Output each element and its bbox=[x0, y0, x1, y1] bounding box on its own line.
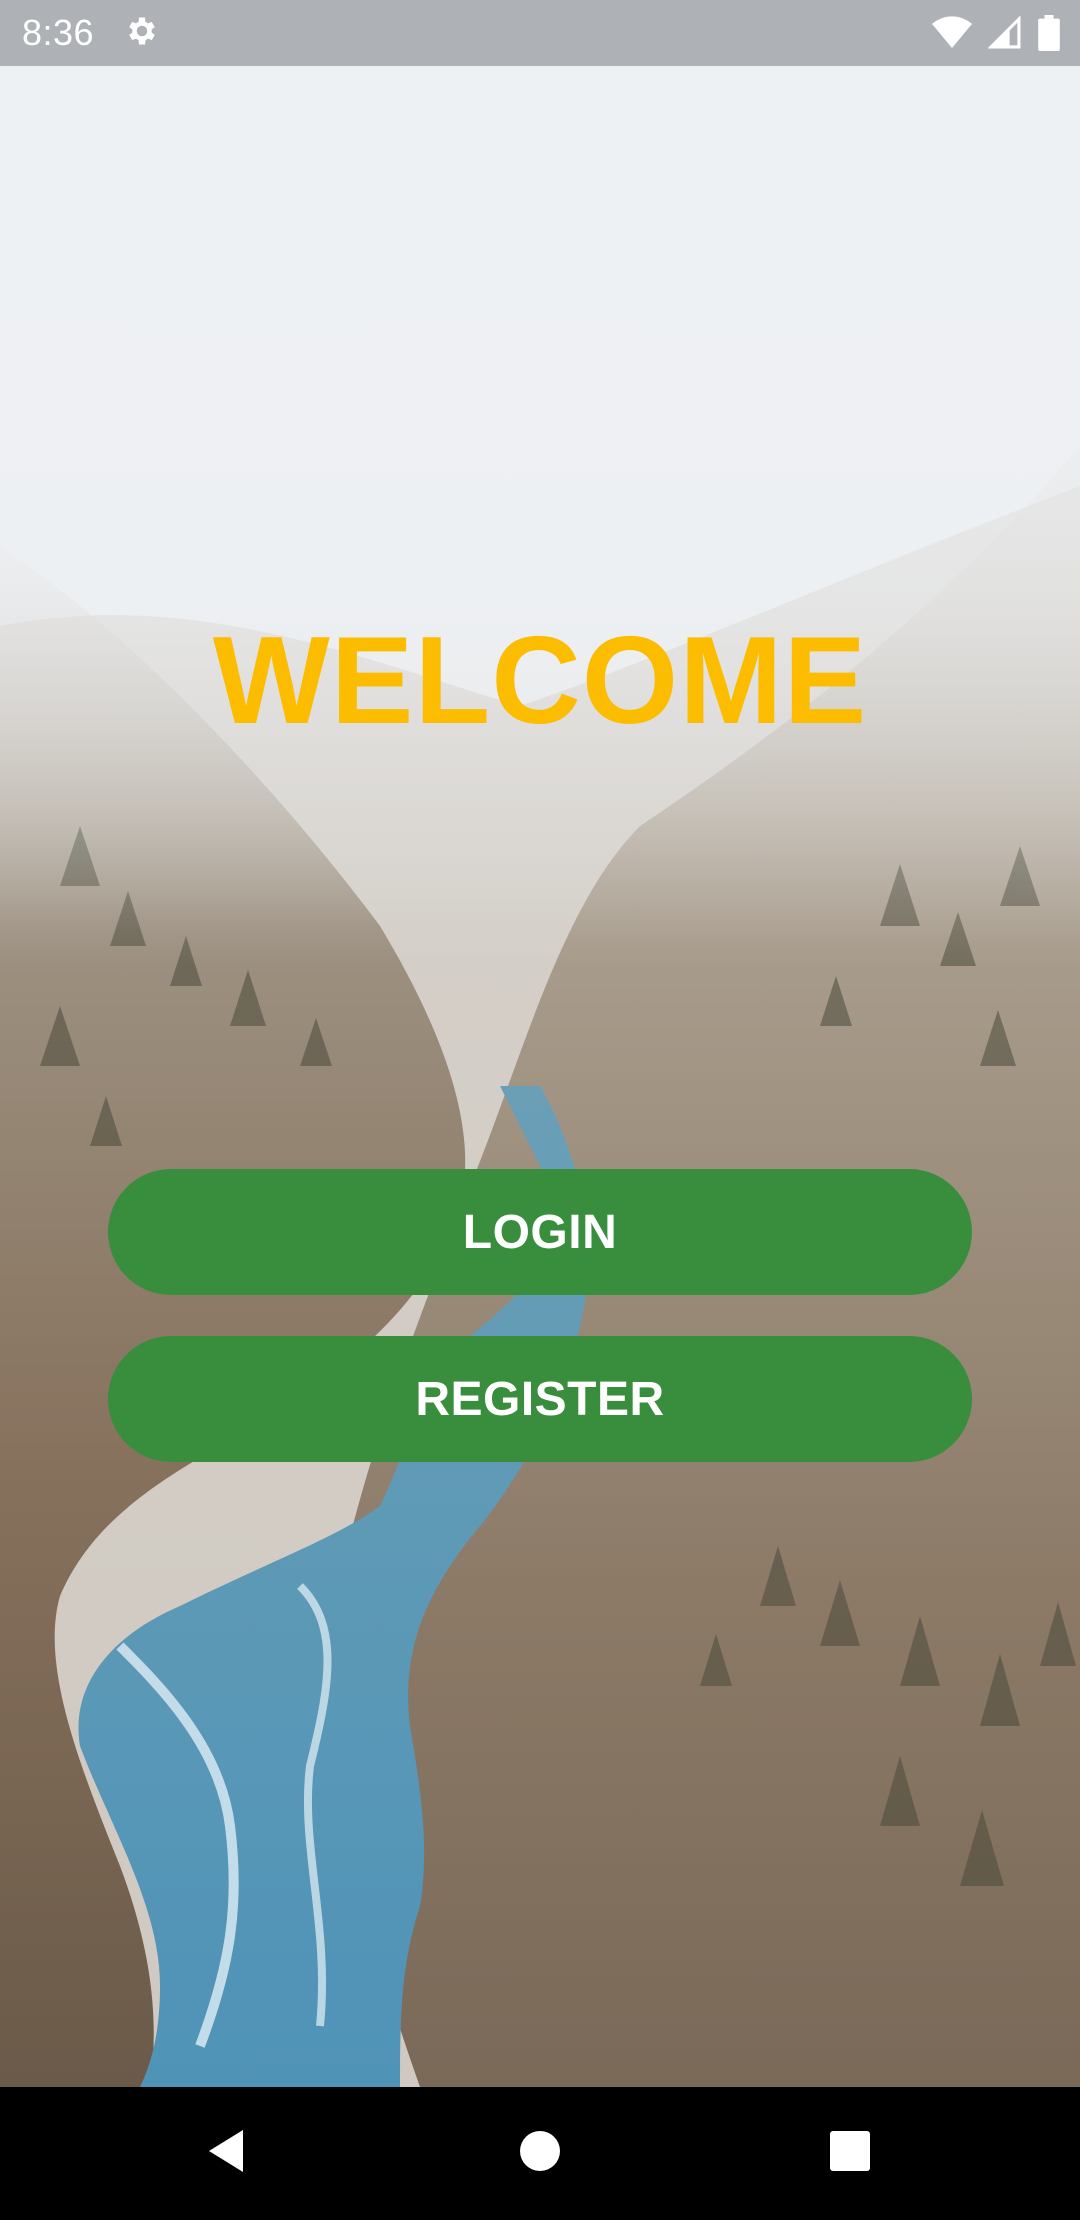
login-button[interactable]: LOGIN bbox=[108, 1169, 972, 1295]
screen: 8:36 WELCOME LOGIN REGISTER bbox=[0, 0, 1080, 2220]
home-icon bbox=[519, 2130, 561, 2177]
recents-button[interactable] bbox=[790, 2087, 910, 2220]
background-landscape-image bbox=[0, 66, 1080, 2087]
recents-icon bbox=[829, 2130, 871, 2177]
home-button[interactable] bbox=[480, 2087, 600, 2220]
back-button[interactable] bbox=[166, 2087, 286, 2220]
cell-signal-icon bbox=[988, 16, 1022, 50]
wifi-icon bbox=[932, 15, 972, 51]
status-time: 8:36 bbox=[22, 12, 95, 53]
register-button[interactable]: REGISTER bbox=[108, 1336, 972, 1462]
settings-gear-icon bbox=[124, 13, 160, 54]
battery-icon bbox=[1038, 15, 1060, 51]
welcome-title: WELCOME bbox=[212, 612, 868, 750]
navigation-bar bbox=[0, 2087, 1080, 2220]
status-left: 8:36 bbox=[22, 12, 160, 54]
status-right bbox=[932, 15, 1060, 51]
back-icon bbox=[203, 2126, 249, 2181]
status-bar: 8:36 bbox=[0, 0, 1080, 66]
